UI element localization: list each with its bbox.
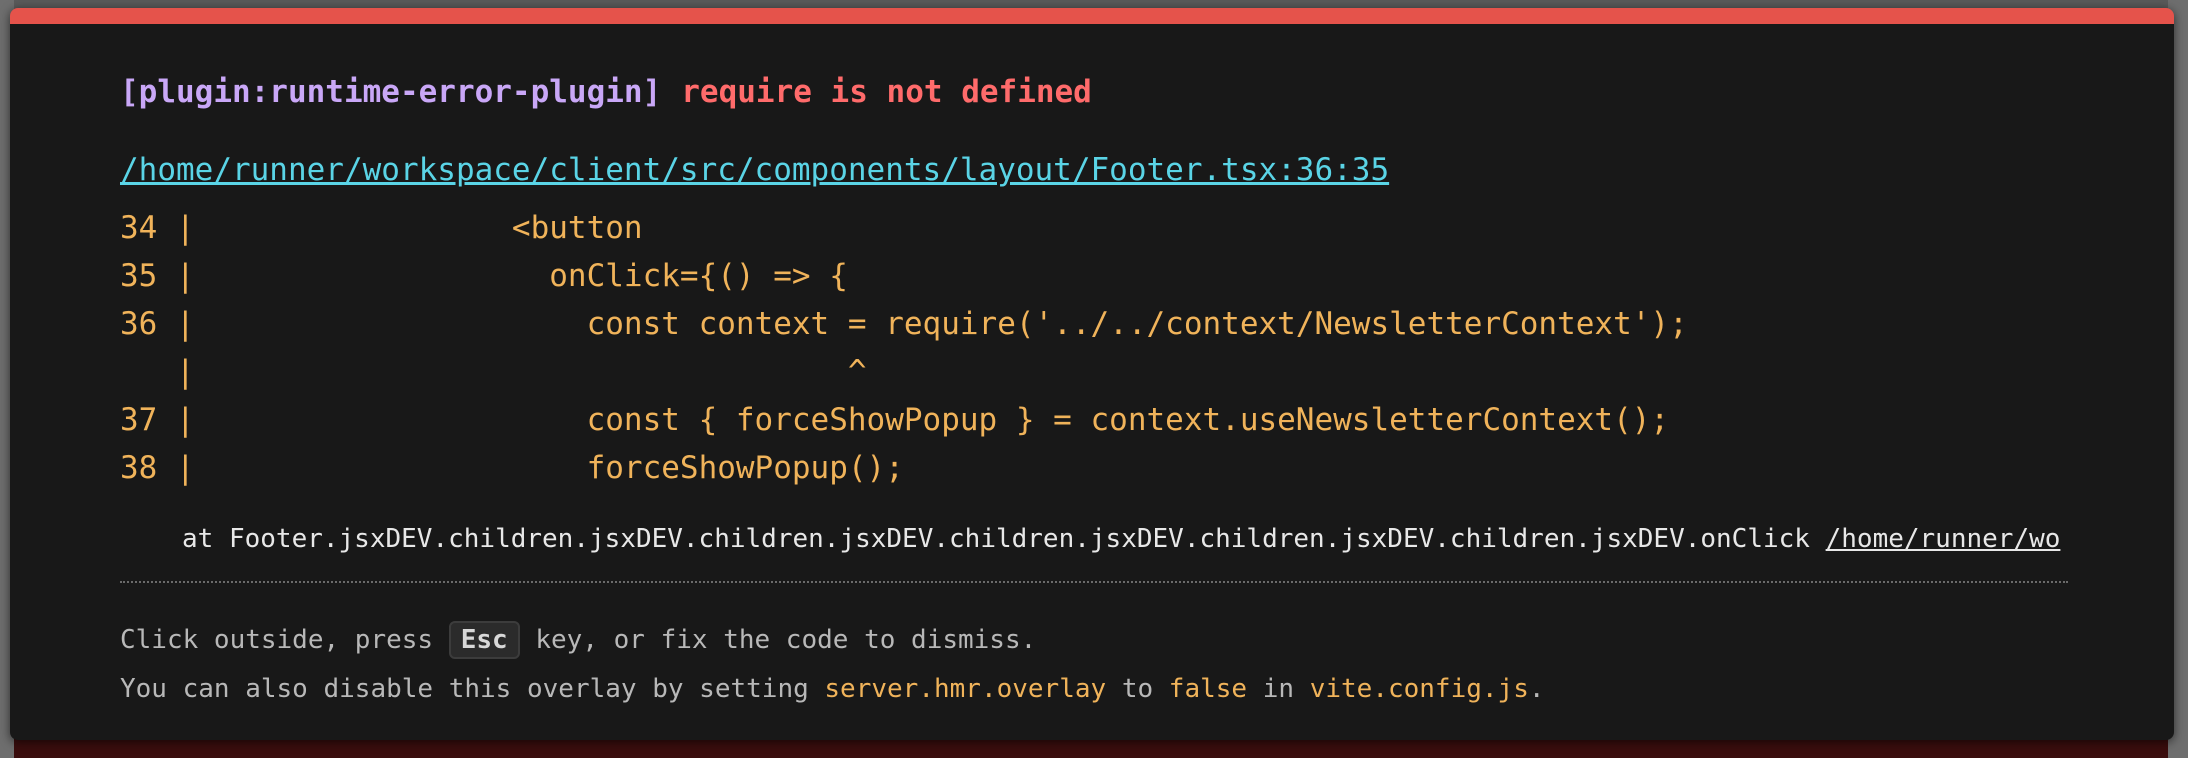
error-header: [plugin:runtime-error-plugin] require is … (120, 74, 1092, 110)
stack-trace-text: at Footer.jsxDEV.children.jsxDEV.childre… (182, 524, 1826, 554)
esc-key: Esc (448, 621, 520, 659)
tip-text: You can also disable this overlay by set… (120, 674, 825, 704)
config-value: false (1168, 674, 1248, 704)
disable-overlay-tip: You can also disable this overlay by set… (120, 674, 1545, 704)
tip-text: . (1528, 674, 1545, 704)
config-key: server.hmr.overlay (824, 674, 1107, 704)
file-link[interactable]: /home/runner/workspace/client/src/compon… (120, 152, 1389, 188)
code-line: 37 | const { forceShowPopup } = context.… (120, 402, 1670, 438)
error-message: require is not defined (681, 74, 1092, 110)
code-caret-line: | ^ (120, 354, 867, 390)
tip-text: to (1106, 674, 1169, 704)
error-overlay[interactable]: [plugin:runtime-error-plugin] require is … (10, 8, 2174, 740)
config-file: vite.config.js (1309, 674, 1529, 704)
stack-trace: at Footer.jsxDEV.children.jsxDEV.childre… (182, 524, 2067, 554)
stack-trace-link[interactable]: /home/runner/wo (1826, 524, 2061, 554)
code-frame: 34 | <button 35 | onClick={() => { 36 | co… (120, 204, 1688, 492)
code-line: 34 | <button (120, 210, 643, 246)
divider (120, 581, 2068, 583)
tip-text: key, or fix the code to dismiss. (519, 625, 1037, 655)
tip-text: in (1247, 674, 1310, 704)
code-line: 35 | onClick={() => { (120, 258, 848, 294)
code-line: 36 | const context = require('../../cont… (120, 306, 1688, 342)
code-line: 38 | forceShowPopup(); (120, 450, 904, 486)
tip-text: Click outside, press (120, 625, 449, 655)
dismiss-tip: Click outside, press Esc key, or fix the… (120, 621, 1036, 659)
plugin-tag: [plugin:runtime-error-plugin] (120, 74, 662, 110)
